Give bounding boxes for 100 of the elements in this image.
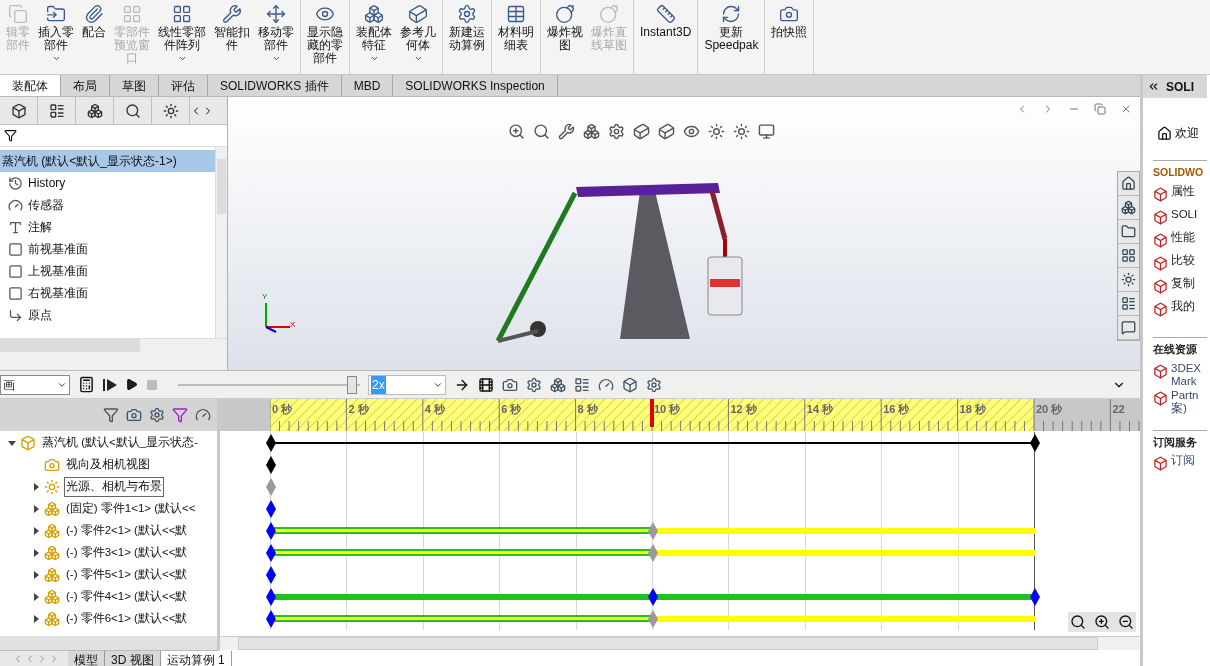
collapsed-triangle-icon[interactable] (33, 615, 39, 623)
key-point[interactable] (1030, 434, 1040, 452)
tree-item[interactable]: 注解 (28, 218, 52, 236)
resource-link[interactable]: 订阅 (1171, 454, 1195, 468)
tree-item[interactable]: 上视基准面 (28, 262, 88, 280)
key-point[interactable] (648, 588, 658, 606)
gauge-icon[interactable] (195, 407, 211, 423)
close-icon[interactable] (1120, 103, 1132, 115)
scrollbar-thumb[interactable] (238, 637, 1098, 650)
view-tool-icon[interactable] (608, 123, 625, 140)
toolbar-button[interactable]: 新建运 动算例 (445, 0, 489, 74)
study-tab[interactable]: 3D 视图 (105, 651, 161, 666)
study-type-dropdown[interactable]: 画 (0, 374, 70, 395)
key-point[interactable] (266, 566, 276, 584)
expanded-triangle-icon[interactable] (8, 440, 16, 446)
grid-icon[interactable] (1121, 248, 1136, 263)
camera-icon[interactable] (126, 407, 142, 423)
gear-icon[interactable] (526, 376, 542, 393)
resource-link[interactable]: 比较 (1171, 253, 1195, 267)
resource-link[interactable]: 复制 (1171, 276, 1195, 290)
tree-item[interactable]: (固定) 零件1<1> (默认<< (64, 499, 198, 519)
toolbar-button[interactable]: 插入零 部件 (34, 0, 78, 74)
view-tool-icon[interactable] (508, 123, 525, 140)
tree-item[interactable]: (-) 零件5<1> (默认<<默 (64, 565, 190, 585)
list-icon[interactable] (574, 376, 590, 393)
toolbar-button[interactable]: 更新 Speedpak (700, 0, 763, 74)
collapsed-triangle-icon[interactable] (33, 593, 39, 601)
boxes-icon[interactable] (550, 376, 566, 393)
key-point[interactable] (266, 500, 276, 518)
home-icon[interactable] (1121, 176, 1136, 191)
sun-icon[interactable] (1121, 272, 1136, 287)
scrollbar[interactable] (0, 636, 217, 650)
toolbar-button[interactable]: 爆炸视 图 (543, 0, 587, 74)
collapsed-triangle-icon[interactable] (33, 571, 39, 579)
collapsed-triangle-icon[interactable] (33, 549, 39, 557)
tree-item[interactable]: (-) 零件4<1> (默认<<默 (64, 587, 190, 607)
study-tab[interactable]: 模型 (68, 651, 105, 666)
resource-link[interactable]: 我的 (1171, 299, 1195, 313)
tree-item[interactable]: History (28, 174, 66, 192)
toolbar-button[interactable]: Instant3D (636, 0, 696, 74)
gear-icon[interactable] (646, 376, 662, 393)
key-point[interactable] (266, 434, 276, 452)
zoom-in-icon[interactable] (1094, 614, 1110, 630)
toolbar-button[interactable]: 显示隐 藏的零 部件 (303, 0, 347, 74)
time-ruler[interactable]: 0 秒 2 秒 4 秒 6 秒 8 秒 10 秒 12 秒 14 秒 16 秒 18 秒 20 秒 22 (220, 399, 1140, 431)
toolbar-button[interactable]: 移动零 部件 (254, 0, 298, 74)
toolbar-button[interactable]: 智能扣 件 (210, 0, 254, 74)
filter-icon[interactable] (4, 129, 17, 142)
tree-item[interactable]: 传感器 (28, 196, 64, 214)
tree-item[interactable]: 前视基准面 (28, 240, 88, 258)
study-tab[interactable]: 运动算例 1 (160, 651, 232, 666)
collapsed-triangle-icon[interactable] (33, 483, 39, 491)
toolbar-button[interactable]: 拍快照 (767, 0, 812, 74)
view-tool-icon[interactable] (708, 123, 725, 140)
resource-link[interactable]: 性能 (1171, 230, 1195, 244)
gauge-icon[interactable] (598, 376, 614, 393)
view-tool-icon[interactable] (733, 123, 750, 140)
view-tool-icon[interactable] (758, 123, 775, 140)
scrollbar-thumb[interactable] (217, 159, 226, 214)
boxes-icon[interactable] (1121, 200, 1136, 215)
toolbar-button[interactable]: 线性零部 件阵列 (154, 0, 210, 74)
key-point[interactable] (266, 544, 276, 562)
tree-item[interactable]: 右视基准面 (28, 284, 88, 302)
resource-link[interactable]: 属性 (1171, 184, 1195, 198)
tree-item[interactable]: 蒸汽机 (默认<默认_显示状态-1>) (0, 150, 215, 172)
view-tool-icon[interactable] (583, 123, 600, 140)
collapsed-triangle-icon[interactable] (33, 505, 39, 513)
key-point[interactable] (266, 522, 276, 540)
scrollbar-thumb[interactable] (0, 339, 140, 352)
cube-icon[interactable] (622, 376, 638, 393)
restore-icon[interactable] (1094, 103, 1106, 115)
key-point[interactable] (266, 610, 276, 628)
resource-link[interactable]: 3DEX Mark (1171, 361, 1202, 388)
view-tool-icon[interactable] (533, 123, 550, 140)
gear-icon[interactable] (149, 407, 165, 423)
toolbar-button[interactable]: 参考几 何体 (396, 0, 440, 74)
tree-item[interactable]: 视向及相机视图 (64, 455, 152, 475)
collapse-icon[interactable] (1147, 80, 1160, 93)
tree-item[interactable]: 光源、相机与布景 (64, 477, 164, 497)
tree-item[interactable]: (-) 零件3<1> (默认<<默 (64, 543, 190, 563)
key-point[interactable] (1030, 588, 1040, 606)
key-point[interactable] (266, 588, 276, 606)
chat-icon[interactable] (1121, 320, 1136, 335)
key-point[interactable] (266, 456, 276, 474)
view-tool-icon[interactable] (683, 123, 700, 140)
resource-link[interactable]: Partn 案) (1171, 388, 1199, 415)
camera-icon[interactable] (502, 376, 518, 393)
list-icon[interactable] (1121, 296, 1136, 311)
film-icon[interactable] (478, 376, 494, 393)
play-icon[interactable] (125, 378, 138, 391)
playback-slider[interactable] (178, 375, 360, 394)
tree-item[interactable]: 蒸汽机 (默认<默认_显示状态- (40, 433, 200, 453)
zoom-fit-icon[interactable] (1070, 614, 1086, 630)
tree-item[interactable]: (-) 零件2<1> (默认<<默 (64, 521, 190, 541)
view-tool-icon[interactable] (558, 123, 575, 140)
collapsed-triangle-icon[interactable] (33, 527, 39, 535)
calculator-icon[interactable] (78, 376, 95, 393)
toolbar-button[interactable]: 装配体 特征 (352, 0, 396, 74)
folder-icon[interactable] (1121, 224, 1136, 239)
tree-item[interactable]: (-) 零件6<1> (默认<<默 (64, 609, 190, 629)
